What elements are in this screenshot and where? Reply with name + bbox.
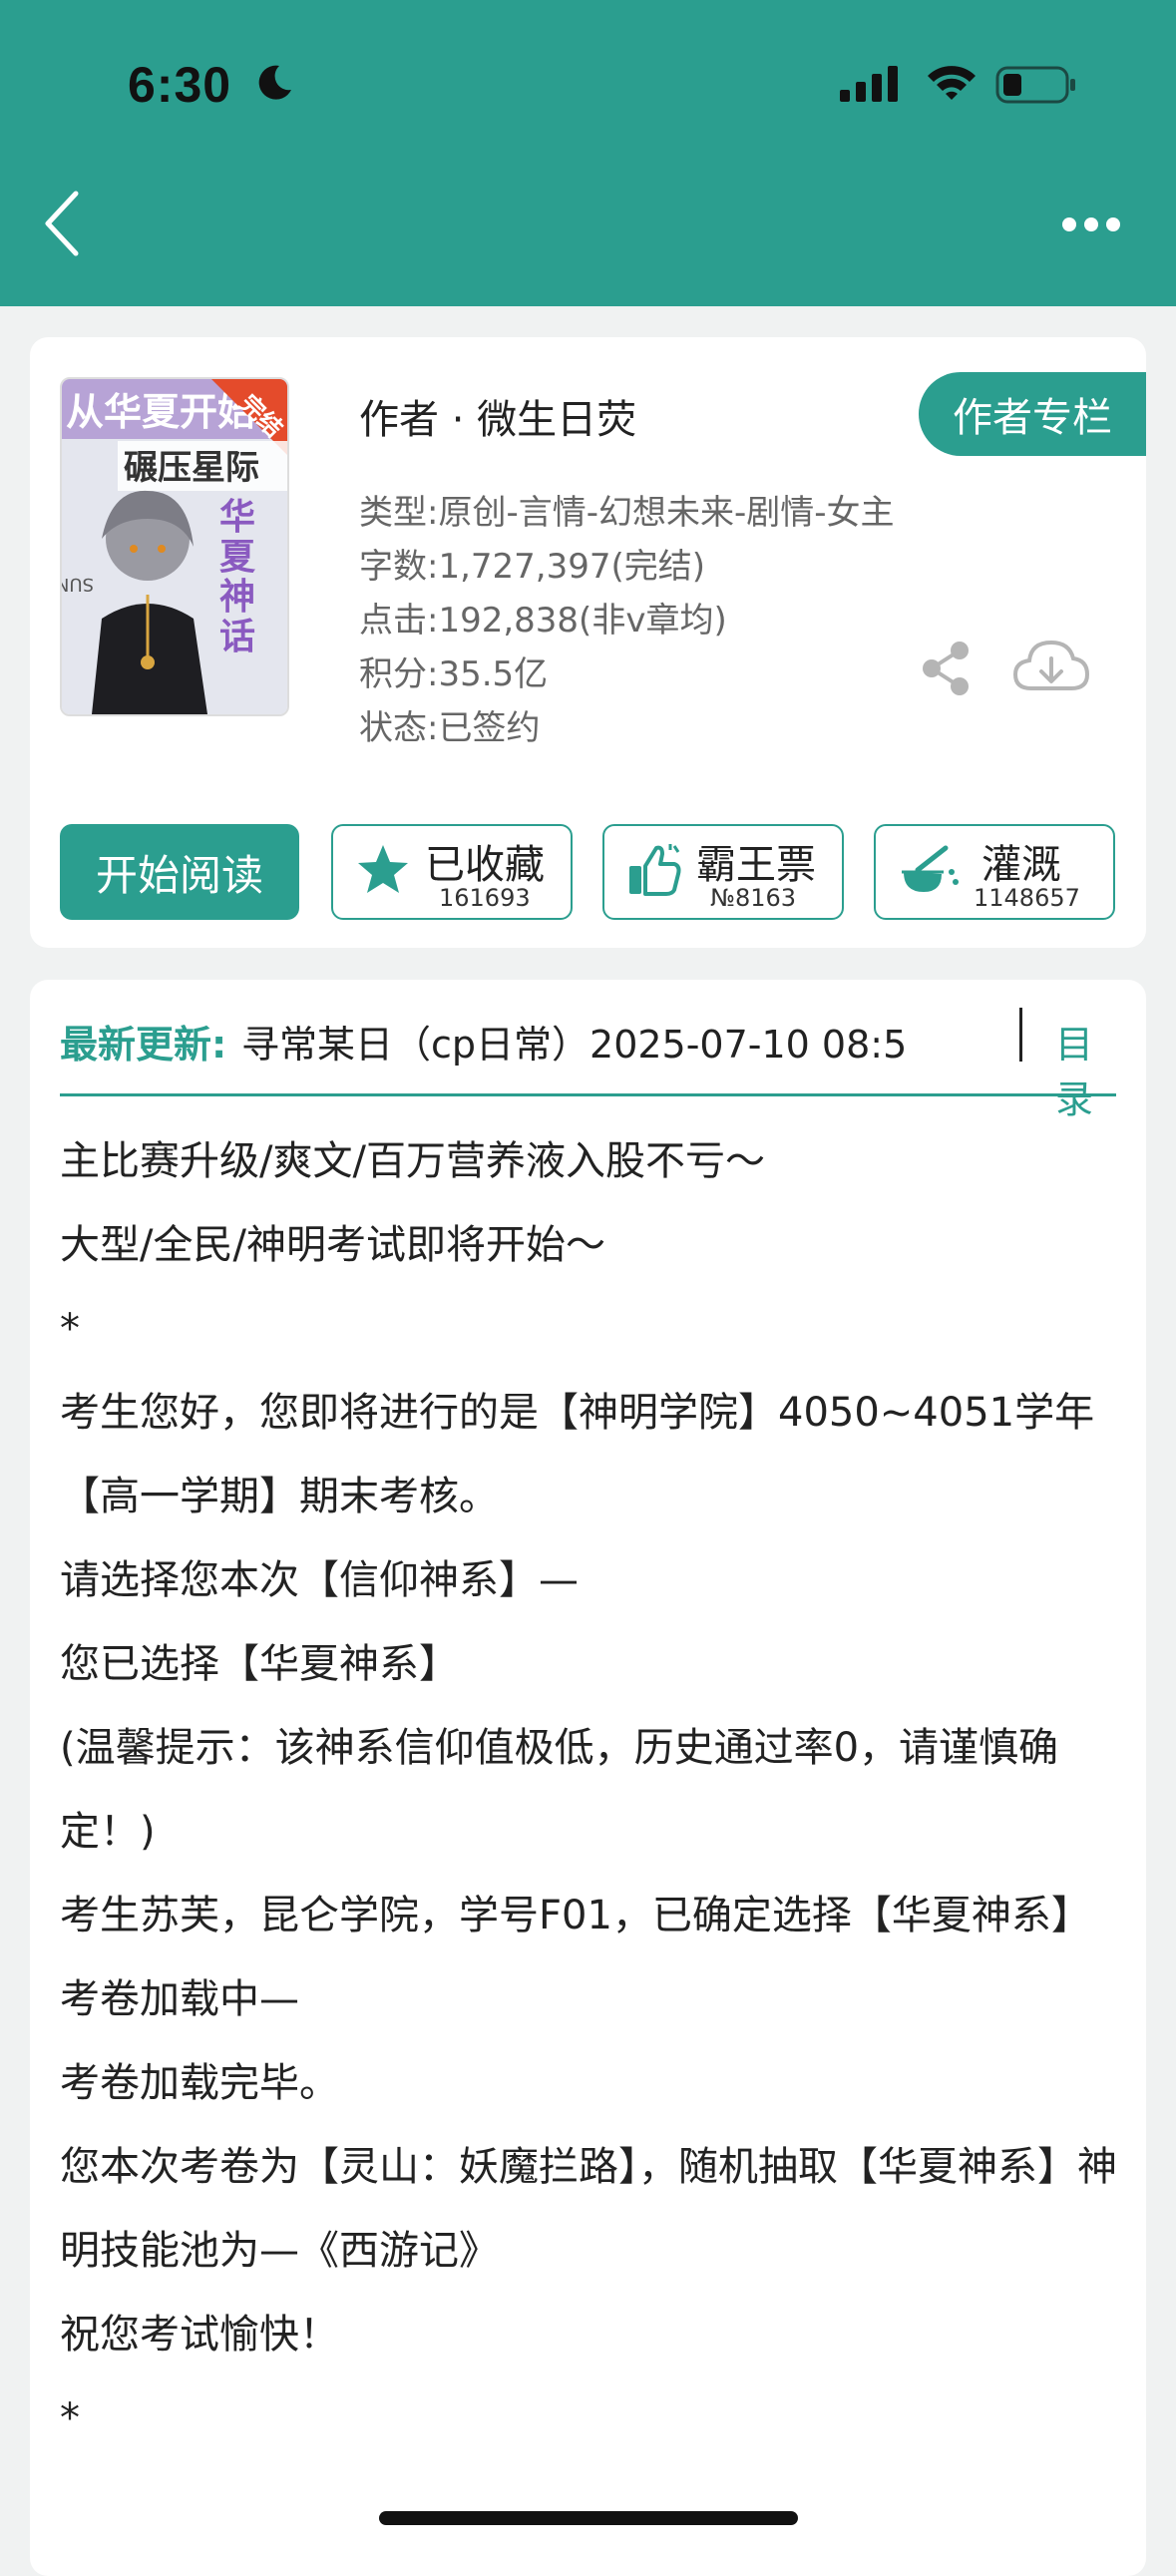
synopsis-line: 主比赛升级/爽文/百万营养液入股不亏～ — [60, 1138, 765, 1184]
svg-text:从华夏开始: 从华夏开始 — [66, 390, 255, 434]
favorite-count: 161693 — [439, 884, 531, 912]
status-time: 6:30 — [128, 57, 232, 113]
favorite-button[interactable]: 已收藏 161693 — [331, 824, 573, 920]
author-column-button[interactable]: 作者专栏 — [919, 372, 1146, 456]
thumbs-up-icon — [629, 844, 681, 896]
book-synopsis: 主比赛升级/爽文/百万营养液入股不亏～ 大型/全民/神明考试即将开始～ * 考生… — [60, 1119, 1127, 2460]
book-detail-card: 最新更新: 寻常某日（cp日常）2025-07-10 08:5 目录 主比赛升级… — [30, 980, 1146, 2576]
synopsis-line: 您已选择【华夏神系】 — [60, 1641, 459, 1687]
irrigate-label: 灌溉 — [981, 842, 1061, 888]
synopsis-line: 请选择您本次【信仰神系】— — [60, 1557, 579, 1603]
wifi-icon — [928, 66, 976, 100]
latest-update-label: 最新更新: — [60, 1023, 227, 1067]
synopsis-line: (温馨提示：该神系信仰值极低，历史通过率0，请谨慎确定！) — [60, 1725, 1059, 1855]
latest-update-row: 最新更新: 寻常某日（cp日常）2025-07-10 08:5 目录 — [60, 980, 1116, 1121]
bawang-ticket-button[interactable]: 霸王票 №8163 — [602, 824, 844, 920]
svg-text:神: 神 — [219, 577, 255, 618]
more-options-button[interactable] — [1061, 212, 1121, 237]
start-reading-button[interactable]: 开始阅读 — [60, 824, 299, 920]
svg-text:SUNMUONG: SUNMUONG — [60, 574, 94, 595]
table-of-contents-button[interactable]: 目录 — [1055, 1014, 1116, 1123]
moon-icon — [258, 65, 291, 100]
book-word-count: 字数:1,727,397(完结) — [359, 547, 706, 587]
watering-flask-icon — [902, 845, 959, 892]
book-score: 积分:35.5亿 — [359, 654, 549, 694]
battery-icon — [995, 66, 1075, 104]
home-indicator[interactable] — [379, 2511, 798, 2525]
book-status: 状态:已签约 — [359, 708, 541, 748]
favorite-label: 已收藏 — [425, 842, 545, 888]
synopsis-line: * — [60, 2395, 80, 2441]
synopsis-line: 大型/全民/神明考试即将开始～ — [60, 1222, 605, 1268]
synopsis-line: 您本次考卷为【灵山：妖魔拦路】，随机抽取【华夏神系】神明技能池为—《西游记》 — [60, 2144, 1117, 2274]
back-button[interactable] — [36, 188, 96, 259]
synopsis-line: 考卷加载中— — [60, 1976, 299, 2022]
bawang-ticket-count: №8163 — [710, 884, 797, 912]
synopsis-line: 考生您好，您即将进行的是【神明学院】4050~4051学年【高一学期】期末考核。 — [60, 1390, 1095, 1519]
book-clicks: 点击:192,838(非v章均) — [359, 601, 727, 641]
book-cover-image[interactable]: 从华夏开始 完结 碾压星际 华 夏 神 话 SUNMUONG — [60, 377, 289, 716]
divider — [1019, 1008, 1022, 1062]
synopsis-line: 考生苏芙，昆仑学院，学号F01，已确定选择【华夏神系】 — [60, 1893, 1091, 1938]
svg-text:夏: 夏 — [219, 537, 256, 578]
svg-text:话: 话 — [219, 617, 255, 657]
signal-icon — [840, 66, 898, 102]
bawang-ticket-label: 霸王票 — [696, 842, 816, 888]
download-icon[interactable] — [1011, 637, 1091, 700]
svg-text:华: 华 — [219, 497, 255, 538]
author-name[interactable]: 作者 · 微生日荧 — [359, 387, 636, 445]
synopsis-line: 考卷加载完毕。 — [60, 2060, 339, 2106]
svg-text:碾压星际: 碾压星际 — [124, 448, 259, 488]
app-header: 6:30 — [0, 0, 1176, 306]
book-info-card: 从华夏开始 完结 碾压星际 华 夏 神 话 SUNMUONG 作者 · 微生日荧… — [30, 337, 1146, 948]
star-icon — [358, 845, 408, 893]
irrigate-count: 1148657 — [974, 884, 1080, 912]
book-genre: 类型:原创-言情-幻想未来-剧情-女主 — [359, 493, 895, 533]
synopsis-line: * — [60, 1306, 80, 1352]
latest-chapter-link[interactable]: 寻常某日（cp日常）2025-07-10 08:5 — [241, 1014, 936, 1069]
synopsis-line: 祝您考试愉快！ — [60, 2312, 339, 2358]
irrigate-button[interactable]: 灌溉 1148657 — [874, 824, 1115, 920]
share-icon[interactable] — [916, 639, 976, 698]
